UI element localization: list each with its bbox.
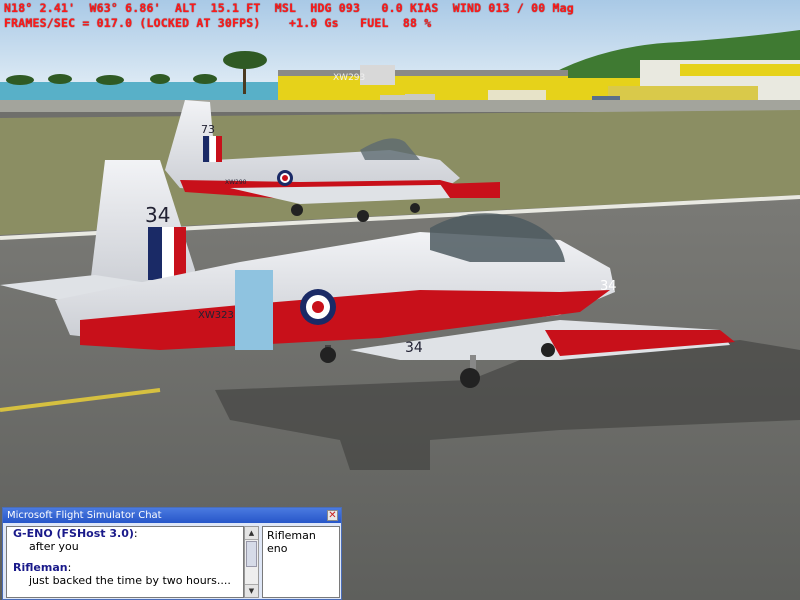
chat-message-sender: G-ENO (FSHost 3.0) <box>13 527 134 540</box>
hud-performance-readout: FRAMES/SEC = 017.0 (LOCKED AT 30FPS) +1.… <box>4 16 432 30</box>
front-aircraft-number: 34 <box>145 203 170 227</box>
chat-titlebar[interactable]: Microsoft Flight Simulator Chat ✕ <box>3 508 341 523</box>
scrollbar-thumb[interactable] <box>246 541 257 567</box>
chat-message-list[interactable]: G-ENO (FSHost 3.0): after you Rifleman: … <box>6 526 244 598</box>
front-aircraft-serial: XW323 <box>198 310 234 321</box>
scroll-down-icon[interactable]: ▼ <box>245 584 258 597</box>
apron <box>0 100 800 112</box>
rear-aircraft-number: 73 <box>201 123 215 136</box>
chat-message: Rifleman: <box>13 561 72 574</box>
rear-aircraft-serial: XW290 <box>225 179 247 186</box>
hud-position-readout: N18° 2.41' W63° 6.86' ALT 15.1 FT MSL HD… <box>4 1 574 15</box>
chat-message-sender: Rifleman <box>13 561 68 574</box>
chat-scrollbar[interactable]: ▲ ▼ <box>244 526 259 598</box>
chat-user-item[interactable]: eno <box>267 542 335 555</box>
chat-message-text: just backed the time by two hours.... <box>29 574 231 587</box>
chat-title: Microsoft Flight Simulator Chat <box>7 510 162 521</box>
front-aircraft-wing-number: 34 <box>405 340 423 356</box>
chat-window: Microsoft Flight Simulator Chat ✕ G-ENO … <box>2 507 342 600</box>
chat-user-item[interactable]: Rifleman <box>267 529 335 542</box>
chat-message-text: after you <box>29 540 79 553</box>
hangar-callsign-label: XW293 <box>333 73 366 83</box>
sea <box>0 82 300 102</box>
chat-user-list[interactable]: Rifleman eno <box>262 526 340 598</box>
front-aircraft-nose-number: 34 <box>600 279 617 294</box>
chat-message: G-ENO (FSHost 3.0): <box>13 527 138 540</box>
close-icon[interactable]: ✕ <box>327 510 338 521</box>
scroll-up-icon[interactable]: ▲ <box>245 527 258 540</box>
